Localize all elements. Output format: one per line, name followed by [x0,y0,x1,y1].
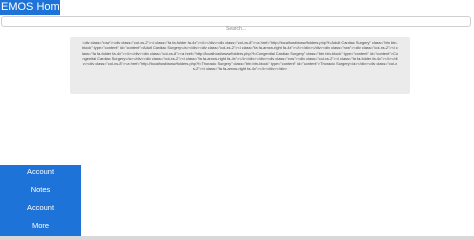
page: EMOS Home <div class="row"><div class="c… [0,0,474,240]
menu-item-account[interactable]: Account [0,167,81,177]
menu-item-notes[interactable]: Notes [0,185,81,195]
home-link[interactable]: EMOS Home [0,0,60,15]
raw-html-panel: <div class="row"><div class="col-xs-2"><… [70,37,410,94]
side-menu: Account Notes Account More [0,165,81,236]
raw-html-text: <div class="row"><div class="col-xs-2"><… [82,40,398,72]
menu-item-more[interactable]: More [0,221,81,231]
search-input[interactable] [2,24,470,34]
menu-item-account-2[interactable]: Account [0,203,81,213]
horizontal-scrollbar[interactable] [0,236,474,240]
search-bar [1,16,471,34]
